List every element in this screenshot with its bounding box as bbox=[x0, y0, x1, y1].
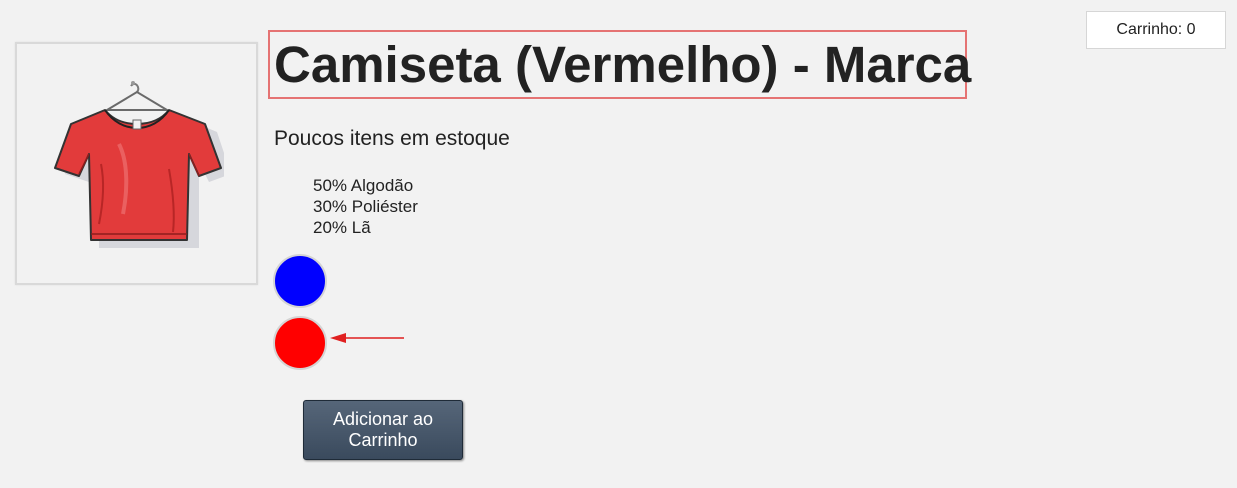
hanger-icon bbox=[103, 80, 171, 111]
material-item: 50% Algodão bbox=[313, 176, 414, 195]
tshirt-image bbox=[54, 80, 224, 248]
stock-status: Poucos itens em estoque bbox=[274, 127, 510, 150]
materials-list: 50% Algodão 30% Poliéster 20% Lã bbox=[313, 175, 418, 238]
color-swatch-blue[interactable] bbox=[273, 254, 327, 308]
product-image bbox=[15, 42, 258, 285]
product-title: Camiseta (Vermelho) - Marca bbox=[274, 36, 972, 93]
product-title-highlight: Camiseta (Vermelho) - Marca bbox=[268, 30, 971, 99]
color-swatch-red[interactable] bbox=[273, 316, 327, 370]
add-to-cart-button[interactable]: Adicionar ao Carrinho bbox=[303, 400, 463, 460]
material-item: 30% Poliéster bbox=[313, 197, 418, 216]
product-page: Carrinho: 0 Camiseta (Vermelho) - Marca … bbox=[0, 0, 1237, 488]
annotation-arrow-icon bbox=[330, 333, 404, 343]
cart-counter-label: Carrinho: 0 bbox=[1116, 21, 1196, 38]
cart-counter[interactable]: Carrinho: 0 bbox=[1086, 11, 1226, 49]
material-item: 20% Lã bbox=[313, 218, 371, 237]
